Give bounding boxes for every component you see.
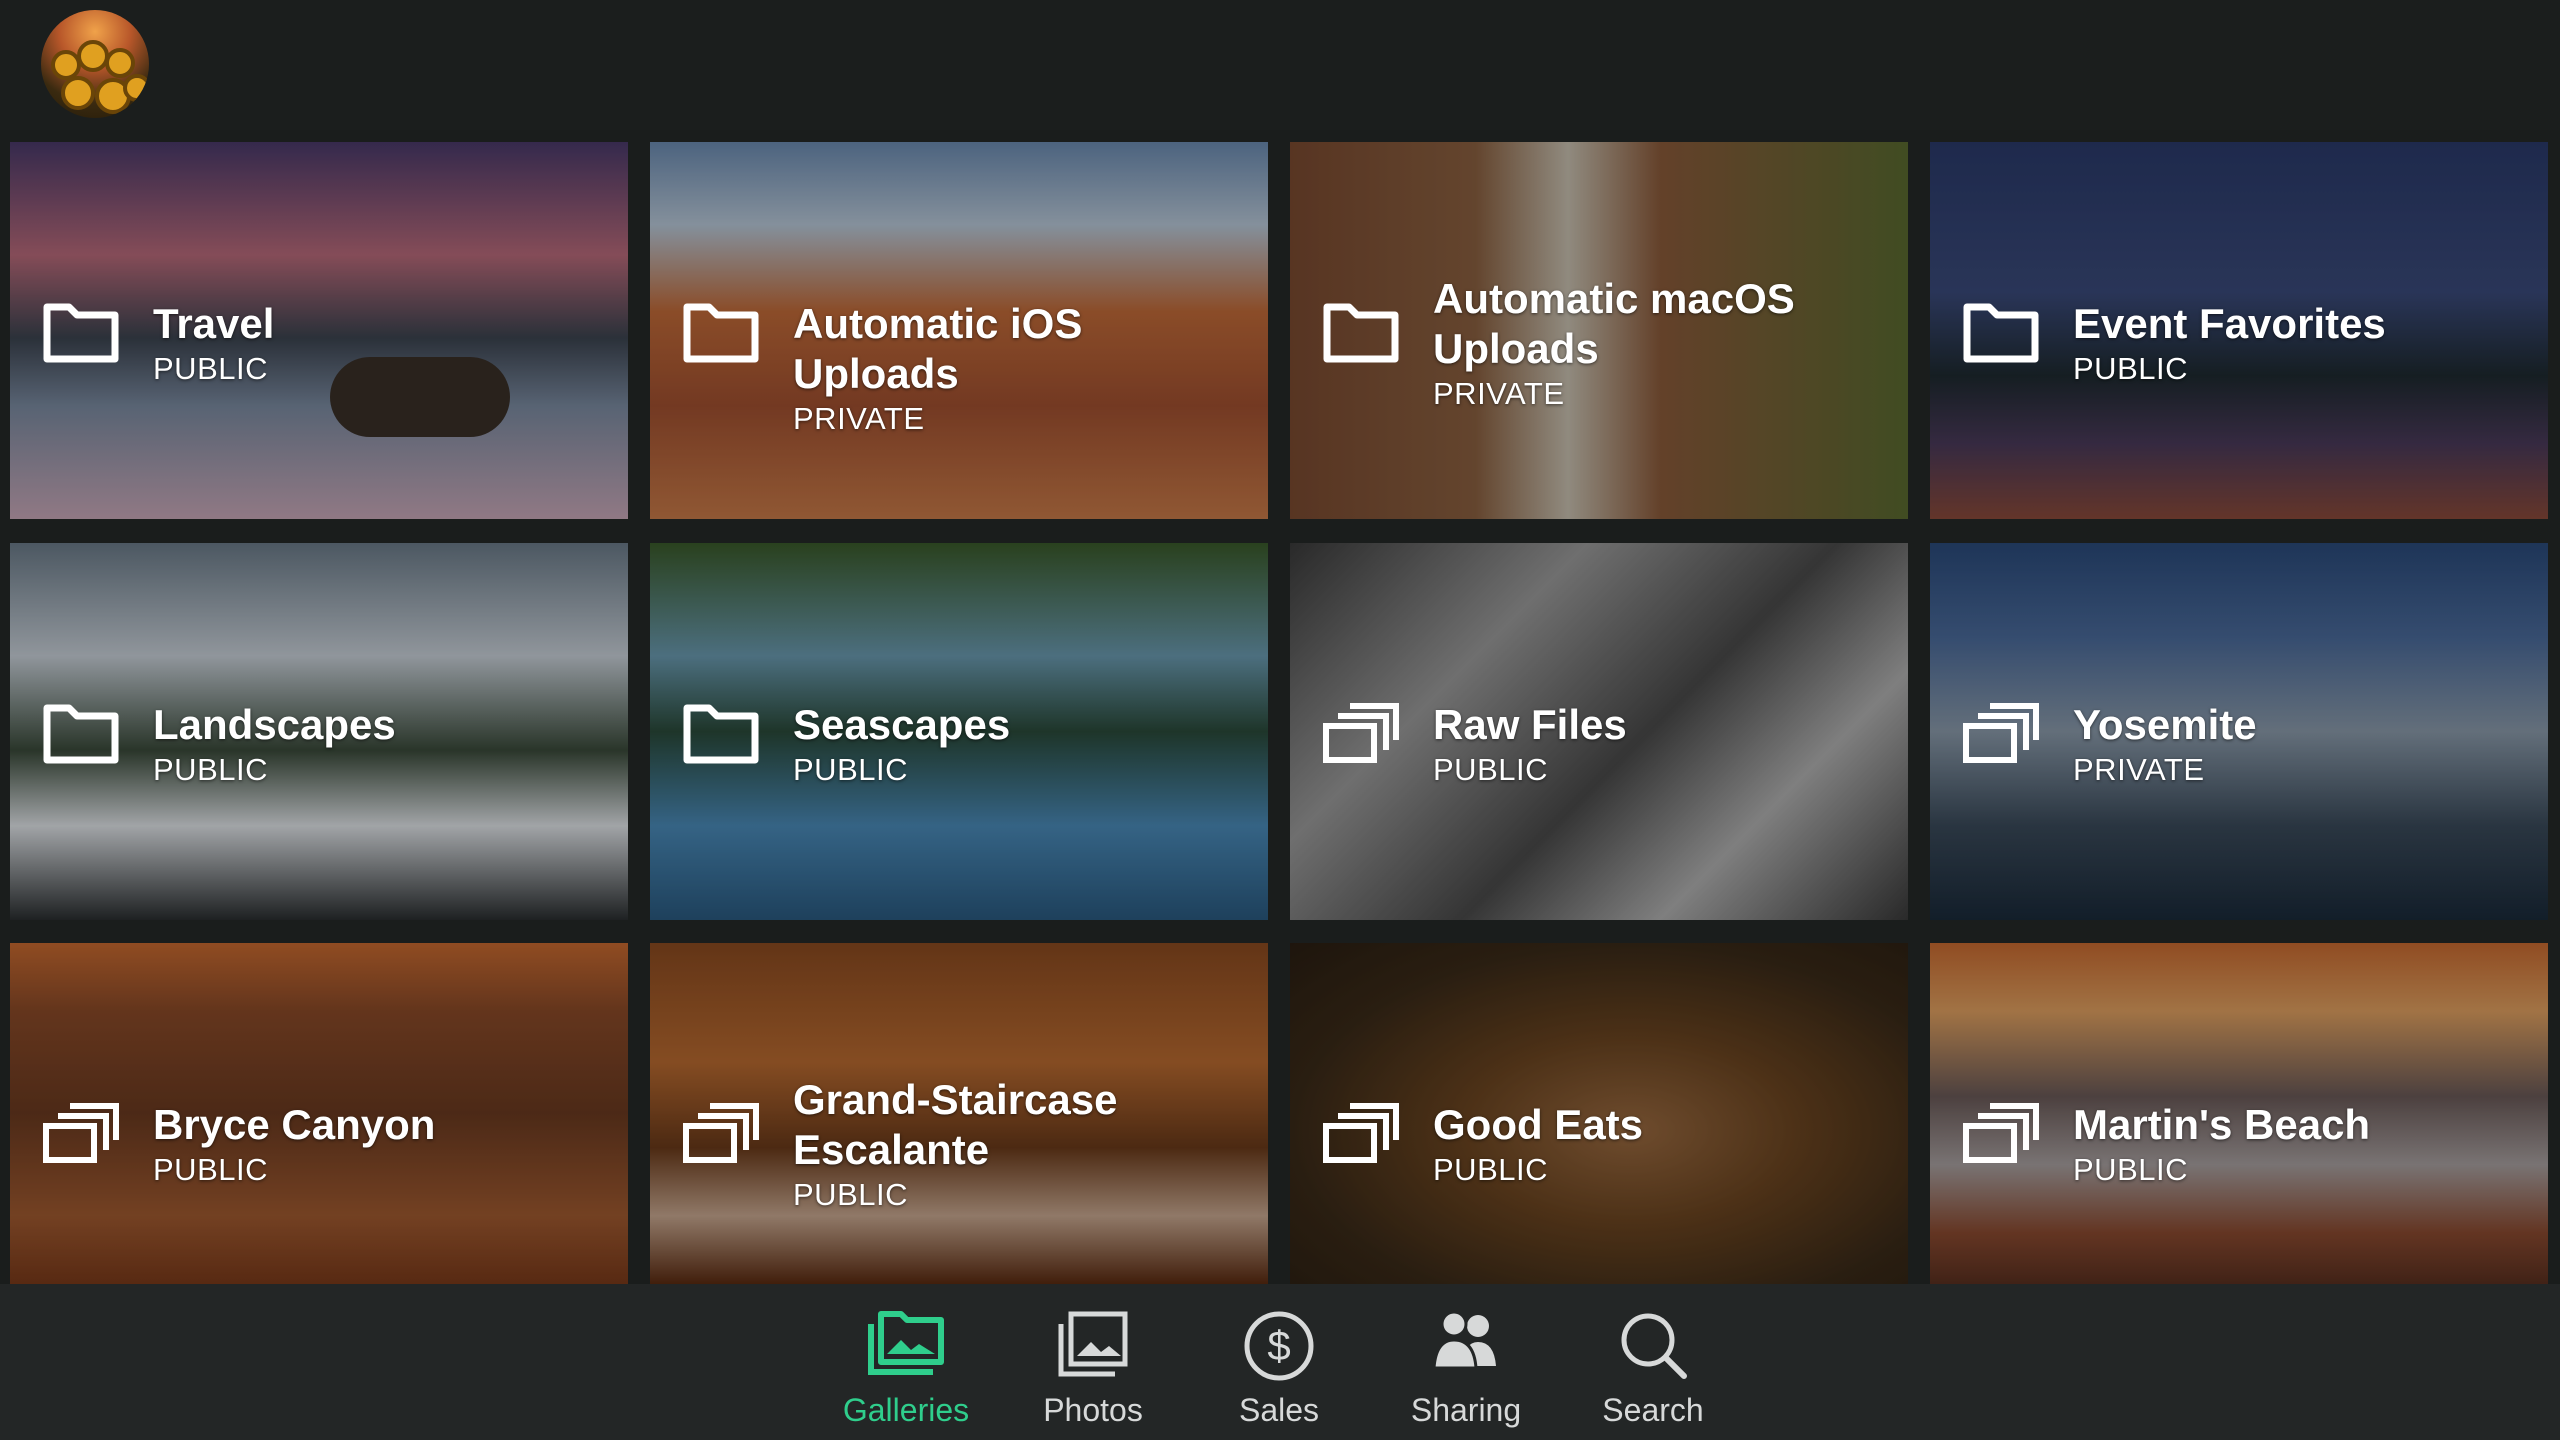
nav-label: Photos [1043, 1392, 1143, 1428]
folder-icon [1963, 303, 2039, 363]
gallery-tile-travel[interactable]: Travel PUBLIC [10, 142, 628, 519]
gallery-stack-icon [683, 1103, 759, 1163]
gallery-stack-icon [43, 1103, 119, 1163]
nav-label: Search [1602, 1392, 1704, 1428]
nav-search[interactable]: Search [1568, 1284, 1738, 1440]
gallery-privacy: PUBLIC [1433, 1152, 1548, 1187]
svg-text:$: $ [1267, 1322, 1290, 1369]
gallery-stack-icon [1963, 703, 2039, 763]
gallery-tile-seascapes[interactable]: Seascapes PUBLIC [650, 543, 1268, 920]
gallery-title: Martin's Beach [2073, 1101, 2371, 1148]
bottom-nav: Galleries Photos $ Sales Sharing Search [0, 1284, 2560, 1440]
gallery-tile-automatic-ios-uploads[interactable]: Automatic iOS Uploads PRIVATE [650, 142, 1268, 519]
top-bar [0, 0, 2560, 130]
gallery-privacy: PRIVATE [793, 401, 925, 436]
gallery-tile-raw-files[interactable]: Raw Files PUBLIC [1290, 543, 1908, 920]
gallery-title: Grand-Staircase Escalante [793, 1076, 1118, 1173]
dollar-icon: $ [1244, 1311, 1314, 1381]
nav-photos[interactable]: Photos [1008, 1284, 1178, 1440]
folder-icon [1323, 303, 1399, 363]
gallery-title: Seascapes [793, 701, 1011, 748]
gallery-title: Automatic macOS Uploads [1433, 275, 1795, 372]
folder-icon [683, 303, 759, 363]
search-icon [1621, 1313, 1687, 1379]
nav-sharing[interactable]: Sharing [1381, 1284, 1551, 1440]
gallery-privacy: PRIVATE [2073, 752, 2205, 787]
gallery-privacy: PUBLIC [153, 752, 268, 787]
nav-label: Sharing [1410, 1392, 1522, 1428]
gallery-privacy: PUBLIC [153, 1152, 268, 1187]
people-icon [1432, 1310, 1496, 1370]
avatar[interactable] [41, 10, 149, 118]
gallery-title: Automatic iOS Uploads [793, 300, 1083, 397]
gallery-privacy: PUBLIC [153, 351, 268, 386]
gallery-tile-bryce-canyon[interactable]: Bryce Canyon PUBLIC [10, 943, 628, 1284]
gallery-privacy: PUBLIC [2073, 351, 2188, 386]
gallery-title: Good Eats [1433, 1101, 1644, 1148]
gallery-title: Yosemite [2073, 701, 2257, 748]
folder-icon [43, 303, 119, 363]
gallery-privacy: PUBLIC [793, 1177, 908, 1212]
gallery-title: Travel [153, 300, 275, 347]
gallery-privacy: PUBLIC [1433, 752, 1548, 787]
gallery-title: Raw Files [1433, 701, 1627, 748]
gallery-tile-grand-staircase-escalante[interactable]: Grand-Staircase Escalante PUBLIC [650, 943, 1268, 1284]
nav-label: Sales [1238, 1392, 1320, 1428]
gallery-privacy: PUBLIC [793, 752, 908, 787]
folder-icon [683, 704, 759, 764]
gallery-title: Landscapes [153, 701, 396, 748]
photos-icon [1058, 1311, 1128, 1377]
gallery-tile-good-eats[interactable]: Good Eats PUBLIC [1290, 943, 1908, 1284]
gallery-tile-event-favorites[interactable]: Event Favorites PUBLIC [1930, 142, 2548, 519]
gallery-stack-icon [1323, 703, 1399, 763]
gallery-tile-automatic-macos-uploads[interactable]: Automatic macOS Uploads PRIVATE [1290, 142, 1908, 519]
gallery-stack-icon [1323, 1103, 1399, 1163]
folder-icon [43, 704, 119, 764]
gallery-grid: Travel PUBLIC Automatic iOS Uploads PRIV… [0, 130, 2560, 1284]
gallery-stack-icon [1963, 1103, 2039, 1163]
nav-galleries[interactable]: Galleries [821, 1284, 991, 1440]
gallery-privacy: PRIVATE [1433, 376, 1565, 411]
gallery-title: Event Favorites [2073, 300, 2386, 347]
gallery-tile-yosemite[interactable]: Yosemite PRIVATE [1930, 543, 2548, 920]
galleries-icon [868, 1311, 944, 1375]
gallery-title: Bryce Canyon [153, 1101, 436, 1148]
gallery-privacy: PUBLIC [2073, 1152, 2188, 1187]
gallery-tile-landscapes[interactable]: Landscapes PUBLIC [10, 543, 628, 920]
gallery-tile-martins-beach[interactable]: Martin's Beach PUBLIC [1930, 943, 2548, 1284]
nav-sales[interactable]: $ Sales [1194, 1284, 1364, 1440]
nav-label: Galleries [842, 1392, 970, 1428]
